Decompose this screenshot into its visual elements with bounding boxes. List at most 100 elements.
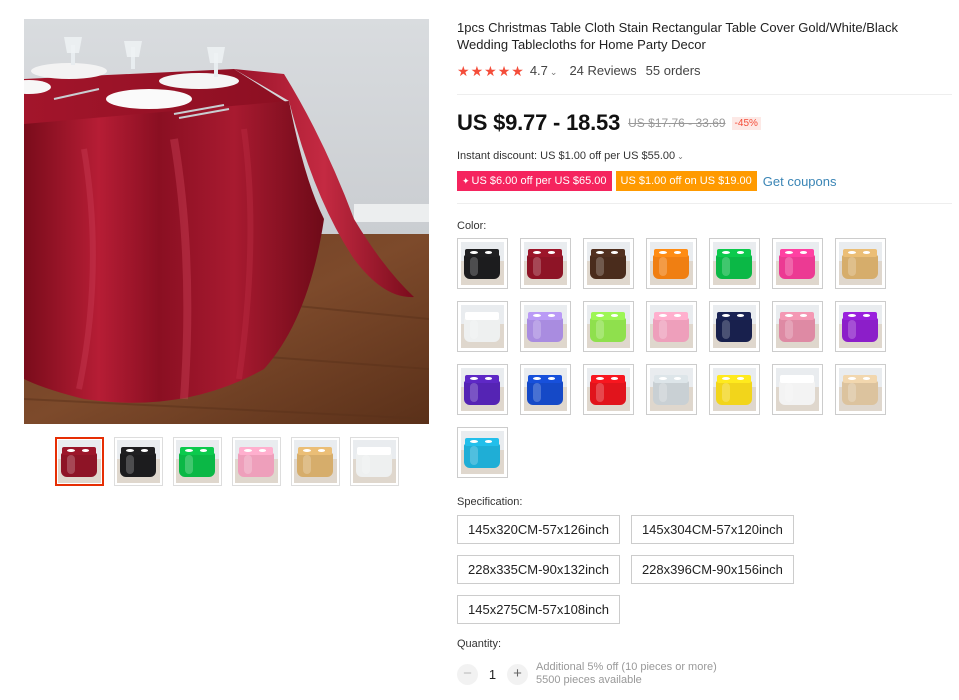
color-swatch-royal-blue[interactable]: [520, 364, 571, 415]
star-icon: ★: [511, 62, 524, 79]
tablecloth-preview: [58, 440, 101, 483]
color-swatch-dusty-pink[interactable]: [772, 301, 823, 352]
color-swatch-purple[interactable]: [835, 301, 886, 352]
spec-option[interactable]: 228x396CM-90x156inch: [630, 555, 794, 584]
swatch-image: [650, 368, 693, 411]
tablecloth-preview: [353, 440, 396, 483]
instant-discount[interactable]: Instant discount: US $1.00 off per US $5…: [457, 150, 684, 162]
tablecloth-preview: [176, 440, 219, 483]
color-swatch-lime[interactable]: [583, 301, 634, 352]
tablecloth-preview: [650, 305, 693, 348]
original-price: US $17.76 - 33.69: [628, 116, 726, 130]
swatch-image: [839, 305, 882, 348]
tablecloth-preview: [117, 440, 160, 483]
coupon-row: ✦ US $6.00 off per US $65.00 US $1.00 off…: [457, 171, 837, 191]
coupon-label: US $6.00 off per US $65.00: [471, 175, 607, 187]
thumbnail-pink[interactable]: [232, 437, 281, 486]
tablecloth-preview: [461, 305, 504, 348]
thumbnail-image: [235, 440, 278, 483]
decrease-quantity-button[interactable]: −: [457, 663, 478, 685]
color-swatch-ivory[interactable]: [772, 364, 823, 415]
color-swatch-lavender[interactable]: [520, 301, 571, 352]
color-label: Color:: [457, 220, 487, 232]
swatch-image: [713, 242, 756, 285]
product-title: 1pcs Christmas Table Cloth Stain Rectang…: [457, 20, 899, 52]
swatch-image: [776, 242, 819, 285]
color-swatch-silver[interactable]: [646, 364, 697, 415]
thumbnail-burgundy[interactable]: [55, 437, 104, 486]
specification-options: 145x320CM-57x126inch 145x304CM-57x120inc…: [457, 515, 817, 624]
swatch-image: [461, 368, 504, 411]
color-swatch-green[interactable]: [709, 238, 760, 289]
tablecloth-preview: [839, 242, 882, 285]
tablecloth-preview: [235, 440, 278, 483]
tablecloth-preview: [524, 368, 567, 411]
color-swatch-white[interactable]: [457, 301, 508, 352]
thumbnail-green[interactable]: [173, 437, 222, 486]
swatch-image: [587, 368, 630, 411]
tablecloth-preview: [713, 242, 756, 285]
chevron-down-icon: ⌄: [549, 67, 558, 77]
tablecloth-preview: [776, 305, 819, 348]
bulk-discount-text: Additional 5% off (10 pieces or more): [536, 661, 717, 673]
instant-discount-text: Instant discount: US $1.00 off per US $5…: [457, 150, 676, 162]
color-swatch-black[interactable]: [457, 238, 508, 289]
discount-badge: -45%: [731, 116, 761, 130]
swatch-image: [587, 305, 630, 348]
quantity-value[interactable]: 1: [478, 667, 507, 682]
spec-option[interactable]: 145x275CM-57x108inch: [457, 595, 620, 624]
swatch-image: [839, 368, 882, 411]
tablecloth-preview: [839, 368, 882, 411]
current-price: US $9.77 - 18.53: [457, 110, 621, 135]
swatch-image: [650, 305, 693, 348]
color-swatch-yellow[interactable]: [709, 364, 760, 415]
swatch-image: [839, 242, 882, 285]
color-options: [457, 238, 897, 478]
increase-quantity-button[interactable]: +: [507, 663, 528, 685]
main-product-image[interactable]: [24, 19, 429, 424]
thumbnail-image: [117, 440, 160, 483]
thumbnail-image: [353, 440, 396, 483]
spec-option[interactable]: 145x320CM-57x126inch: [457, 515, 620, 544]
swatch-image: [461, 431, 504, 474]
spec-option[interactable]: 145x304CM-57x120inch: [630, 515, 794, 544]
color-swatch-beige[interactable]: [835, 364, 886, 415]
thumbnail-champagne[interactable]: [291, 437, 340, 486]
tablecloth-preview: [650, 368, 693, 411]
swatch-image: [524, 305, 567, 348]
color-swatch-violet[interactable]: [457, 364, 508, 415]
color-swatch-red[interactable]: [583, 364, 634, 415]
tablecloth-preview: [587, 368, 630, 411]
quantity-stepper: − 1 + Additional 5% off (10 pieces or mo…: [457, 661, 717, 687]
swatch-image: [650, 242, 693, 285]
color-swatch-champagne[interactable]: [835, 238, 886, 289]
tablecloth-preview: [524, 305, 567, 348]
orders-count: 55 orders: [645, 63, 701, 78]
color-swatch-orange[interactable]: [646, 238, 697, 289]
tablecloth-preview: [587, 305, 630, 348]
swatch-image: [713, 368, 756, 411]
get-coupons-link[interactable]: Get coupons: [763, 174, 837, 189]
swatch-image: [524, 242, 567, 285]
coupon-badge: US $1.00 off on US $19.00: [615, 171, 757, 191]
tablecloth-preview: [776, 242, 819, 285]
color-swatch-rose[interactable]: [772, 238, 823, 289]
color-swatch-turquoise[interactable]: [457, 427, 508, 478]
color-swatch-pink[interactable]: [646, 301, 697, 352]
rating-value[interactable]: 4.7 ⌄: [530, 63, 558, 78]
thumbnail-white[interactable]: [350, 437, 399, 486]
thumbnail-image: [176, 440, 219, 483]
divider: [457, 203, 952, 204]
spec-option[interactable]: 228x335CM-90x132inch: [457, 555, 620, 584]
rating-number: 4.7: [529, 63, 548, 78]
thumbnail-black[interactable]: [114, 437, 163, 486]
quantity-label: Quantity:: [457, 638, 502, 650]
coupon-badge: ✦ US $6.00 off per US $65.00: [457, 171, 612, 191]
tablecloth-preview: [650, 242, 693, 285]
thumbnail-image: [58, 440, 101, 483]
tablecloth-preview: [294, 440, 337, 483]
reviews-link[interactable]: 24 Reviews: [569, 63, 636, 78]
color-swatch-burgundy[interactable]: [520, 238, 571, 289]
color-swatch-navy[interactable]: [709, 301, 760, 352]
color-swatch-coffee[interactable]: [583, 238, 634, 289]
